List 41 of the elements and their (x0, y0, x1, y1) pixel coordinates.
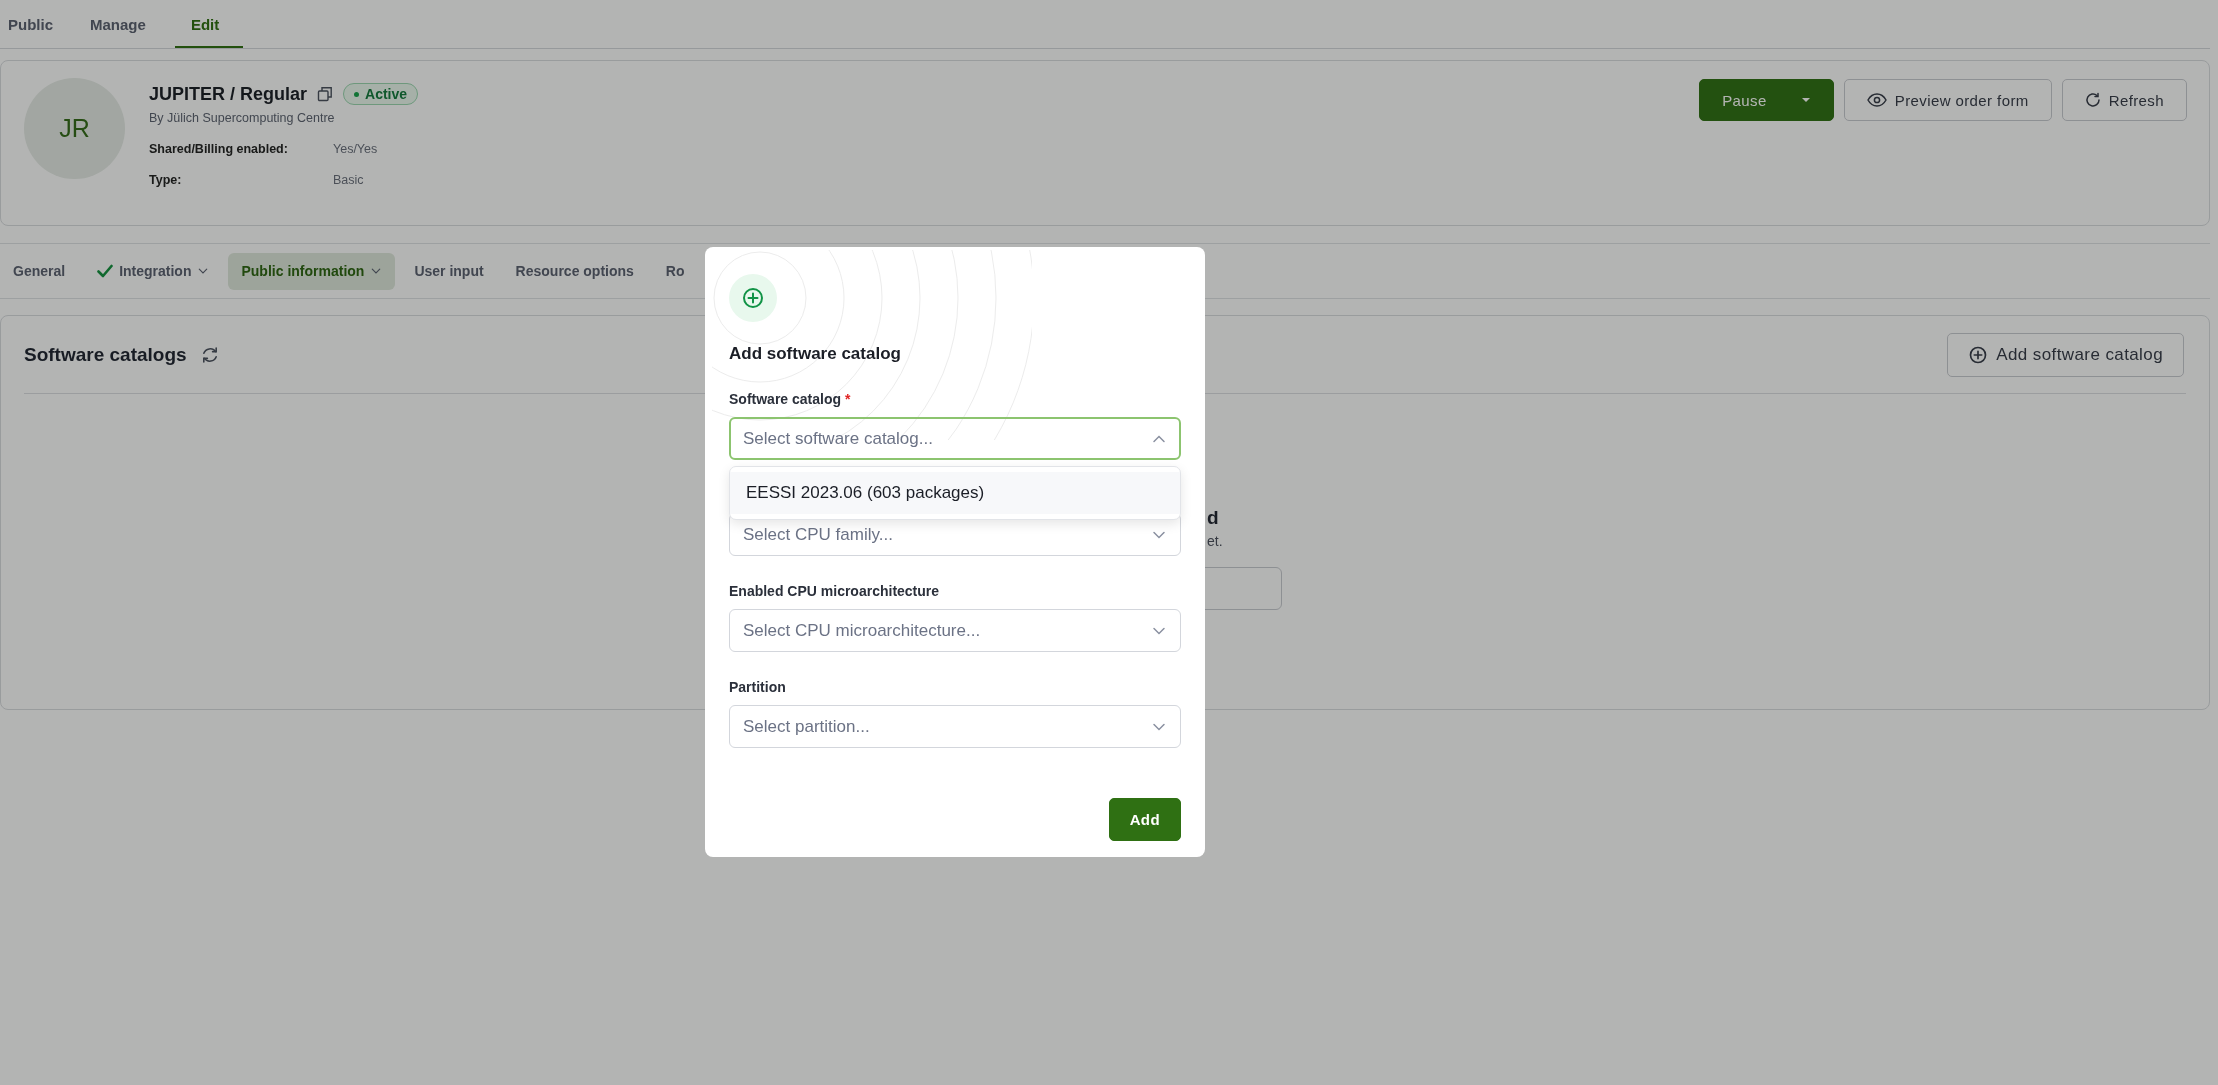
dropdown-option[interactable]: EESSI 2023.06 (603 packages) (730, 472, 1180, 514)
preview-button[interactable]: Preview order form (1843, 79, 2052, 121)
empty-state-text: et. (1207, 533, 1223, 549)
detail-value: Yes/Yes (333, 142, 378, 156)
avatar: JR (24, 78, 125, 179)
field-label: Partition (729, 679, 787, 696)
section-tab[interactable]: Integration (84, 252, 223, 290)
status-badge: Active (343, 83, 419, 105)
caret-icon (1800, 97, 1811, 103)
empty-state-title: d (1207, 507, 1219, 529)
plus-circle-icon (1968, 344, 1989, 365)
detail-label: Type: (149, 173, 183, 187)
section-tab[interactable]: User input (401, 252, 497, 290)
add-button[interactable]: Add (1108, 798, 1181, 841)
section-tab[interactable]: Resource options (502, 252, 647, 290)
page-tab[interactable]: Edit (174, 0, 244, 48)
select-field[interactable]: Select software catalog... (729, 417, 1181, 460)
section-tab[interactable]: General (0, 252, 79, 290)
select-field[interactable]: Select CPU microarchitecture... (729, 609, 1181, 652)
provider-text: By Jülich Supercomputing Centre (149, 111, 336, 125)
add-catalog-button[interactable]: Add software catalog (1947, 332, 2184, 377)
select-field[interactable]: Select partition... (729, 705, 1181, 748)
pause-button[interactable]: Pause (1699, 79, 1834, 121)
resource-title: JUPITER / Regular (149, 83, 308, 105)
field-label: Software catalog * (729, 391, 852, 408)
page-tab[interactable]: Public (0, 0, 64, 48)
eye-icon (1866, 93, 1887, 107)
section-title: Software catalogs (24, 343, 187, 366)
section-tab[interactable]: Public information (228, 252, 396, 290)
refresh-icon (2084, 92, 2101, 108)
plus-circle-icon (729, 274, 777, 322)
copy-icon (317, 86, 334, 102)
page-tab[interactable]: Manage (82, 0, 157, 48)
refresh-icon (200, 345, 219, 364)
section-tab[interactable]: Ro (652, 252, 698, 290)
detail-label: Shared/Billing enabled: (149, 142, 289, 156)
field-label: Enabled CPU microarchitecture (729, 583, 941, 600)
detail-value: Basic (333, 173, 364, 187)
check-icon (97, 264, 114, 278)
refresh-button[interactable]: Refresh (2061, 79, 2187, 121)
dialog-title: Add software catalog (729, 344, 902, 364)
